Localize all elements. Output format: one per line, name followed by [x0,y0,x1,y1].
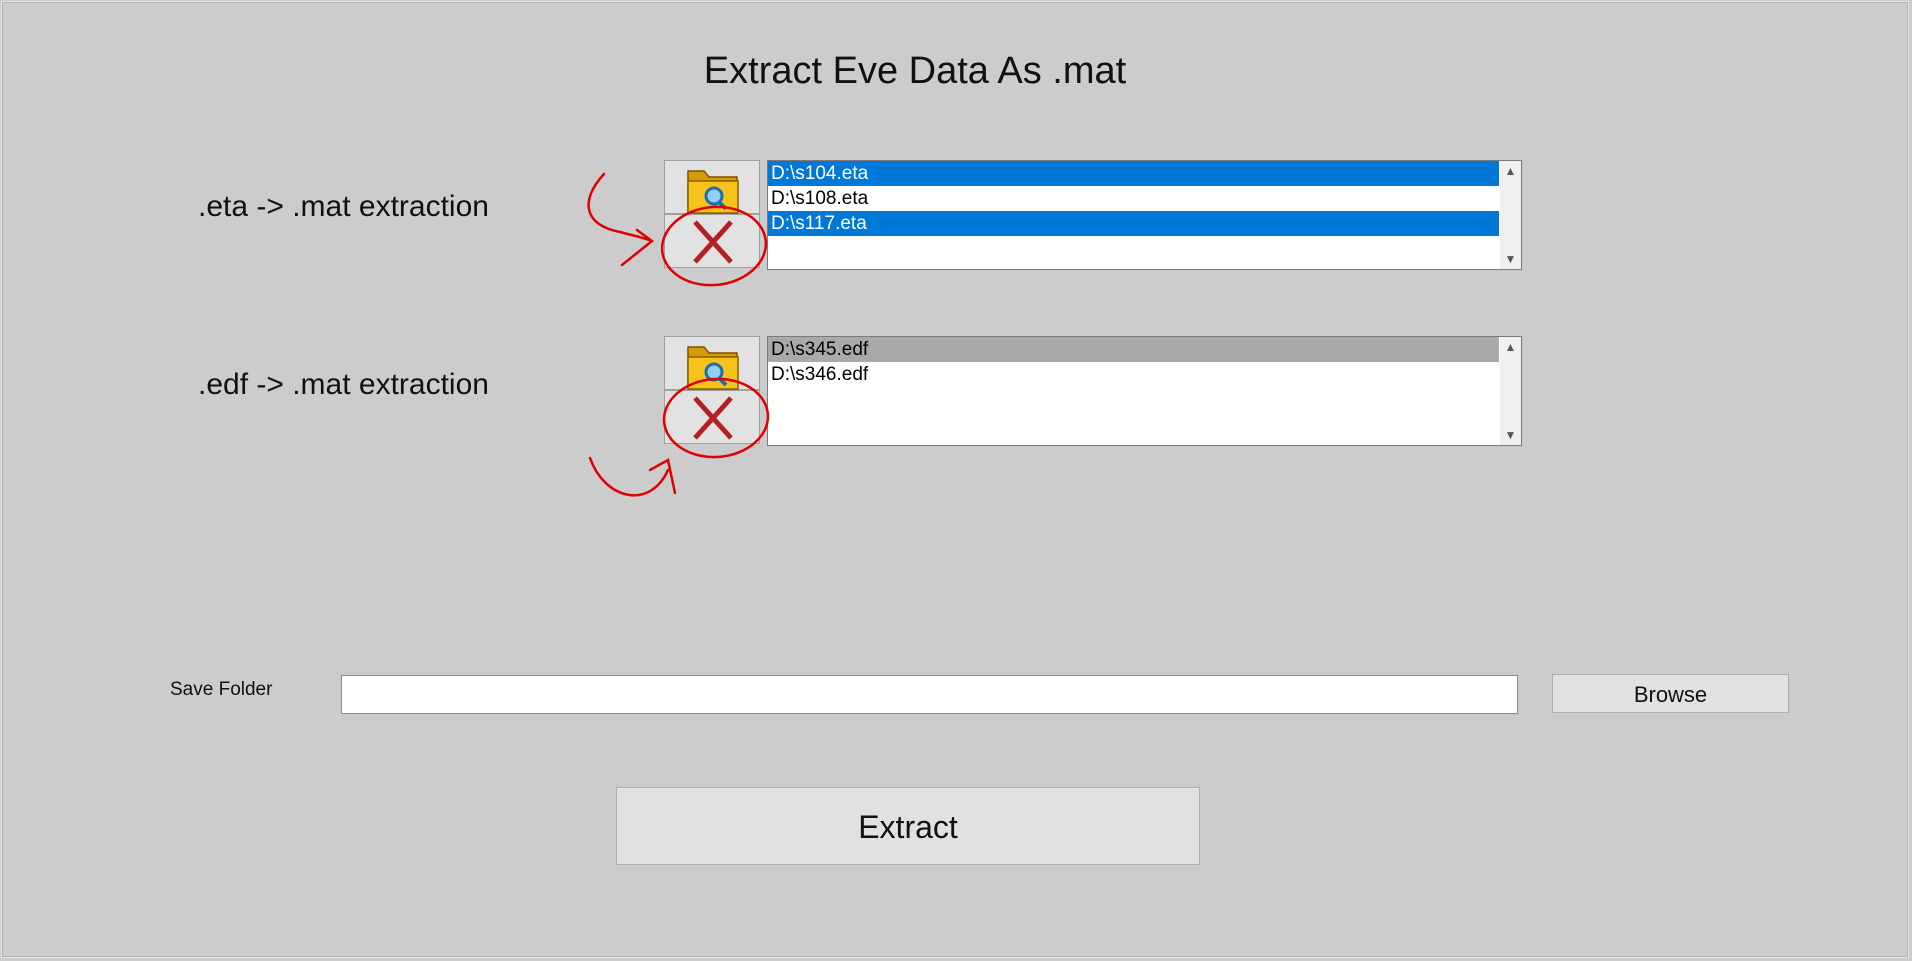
list-item[interactable]: D:\s108.eta [768,186,1499,211]
folder-search-icon [687,170,739,214]
scroll-down-icon[interactable]: ▼ [1500,425,1521,445]
extract-button[interactable]: Extract [616,787,1200,865]
vertical-scrollbar[interactable]: ▲ ▼ [1500,337,1521,445]
eta-file-list[interactable]: D:\s104.eta D:\s108.eta D:\s117.eta ▲ ▼ [767,160,1522,270]
edf-add-files-button[interactable] [664,336,760,390]
eta-add-files-button[interactable] [664,160,760,214]
scroll-up-icon[interactable]: ▲ [1500,161,1521,181]
list-item[interactable]: D:\s345.edf [768,337,1499,362]
list-item[interactable]: D:\s346.edf [768,362,1499,387]
scroll-down-icon[interactable]: ▼ [1500,249,1521,269]
save-folder-input[interactable] [341,675,1518,714]
folder-search-icon [687,346,739,390]
eta-section-label: .eta -> .mat extraction [198,190,489,223]
browse-button[interactable]: Browse [1552,674,1789,713]
edf-section-label: .edf -> .mat extraction [198,368,489,401]
scroll-up-icon[interactable]: ▲ [1500,337,1521,357]
red-x-icon [693,220,733,264]
save-folder-label: Save Folder [170,679,273,700]
eta-remove-files-button[interactable] [664,214,760,268]
page-title: Extract Eve Data As .mat [703,50,1127,92]
edf-remove-files-button[interactable] [664,390,760,444]
edf-file-list[interactable]: D:\s345.edf D:\s346.edf ▲ ▼ [767,336,1522,446]
red-x-icon [693,396,733,440]
vertical-scrollbar[interactable]: ▲ ▼ [1500,161,1521,269]
list-item[interactable]: D:\s117.eta [768,211,1499,236]
list-item[interactable]: D:\s104.eta [768,161,1499,186]
